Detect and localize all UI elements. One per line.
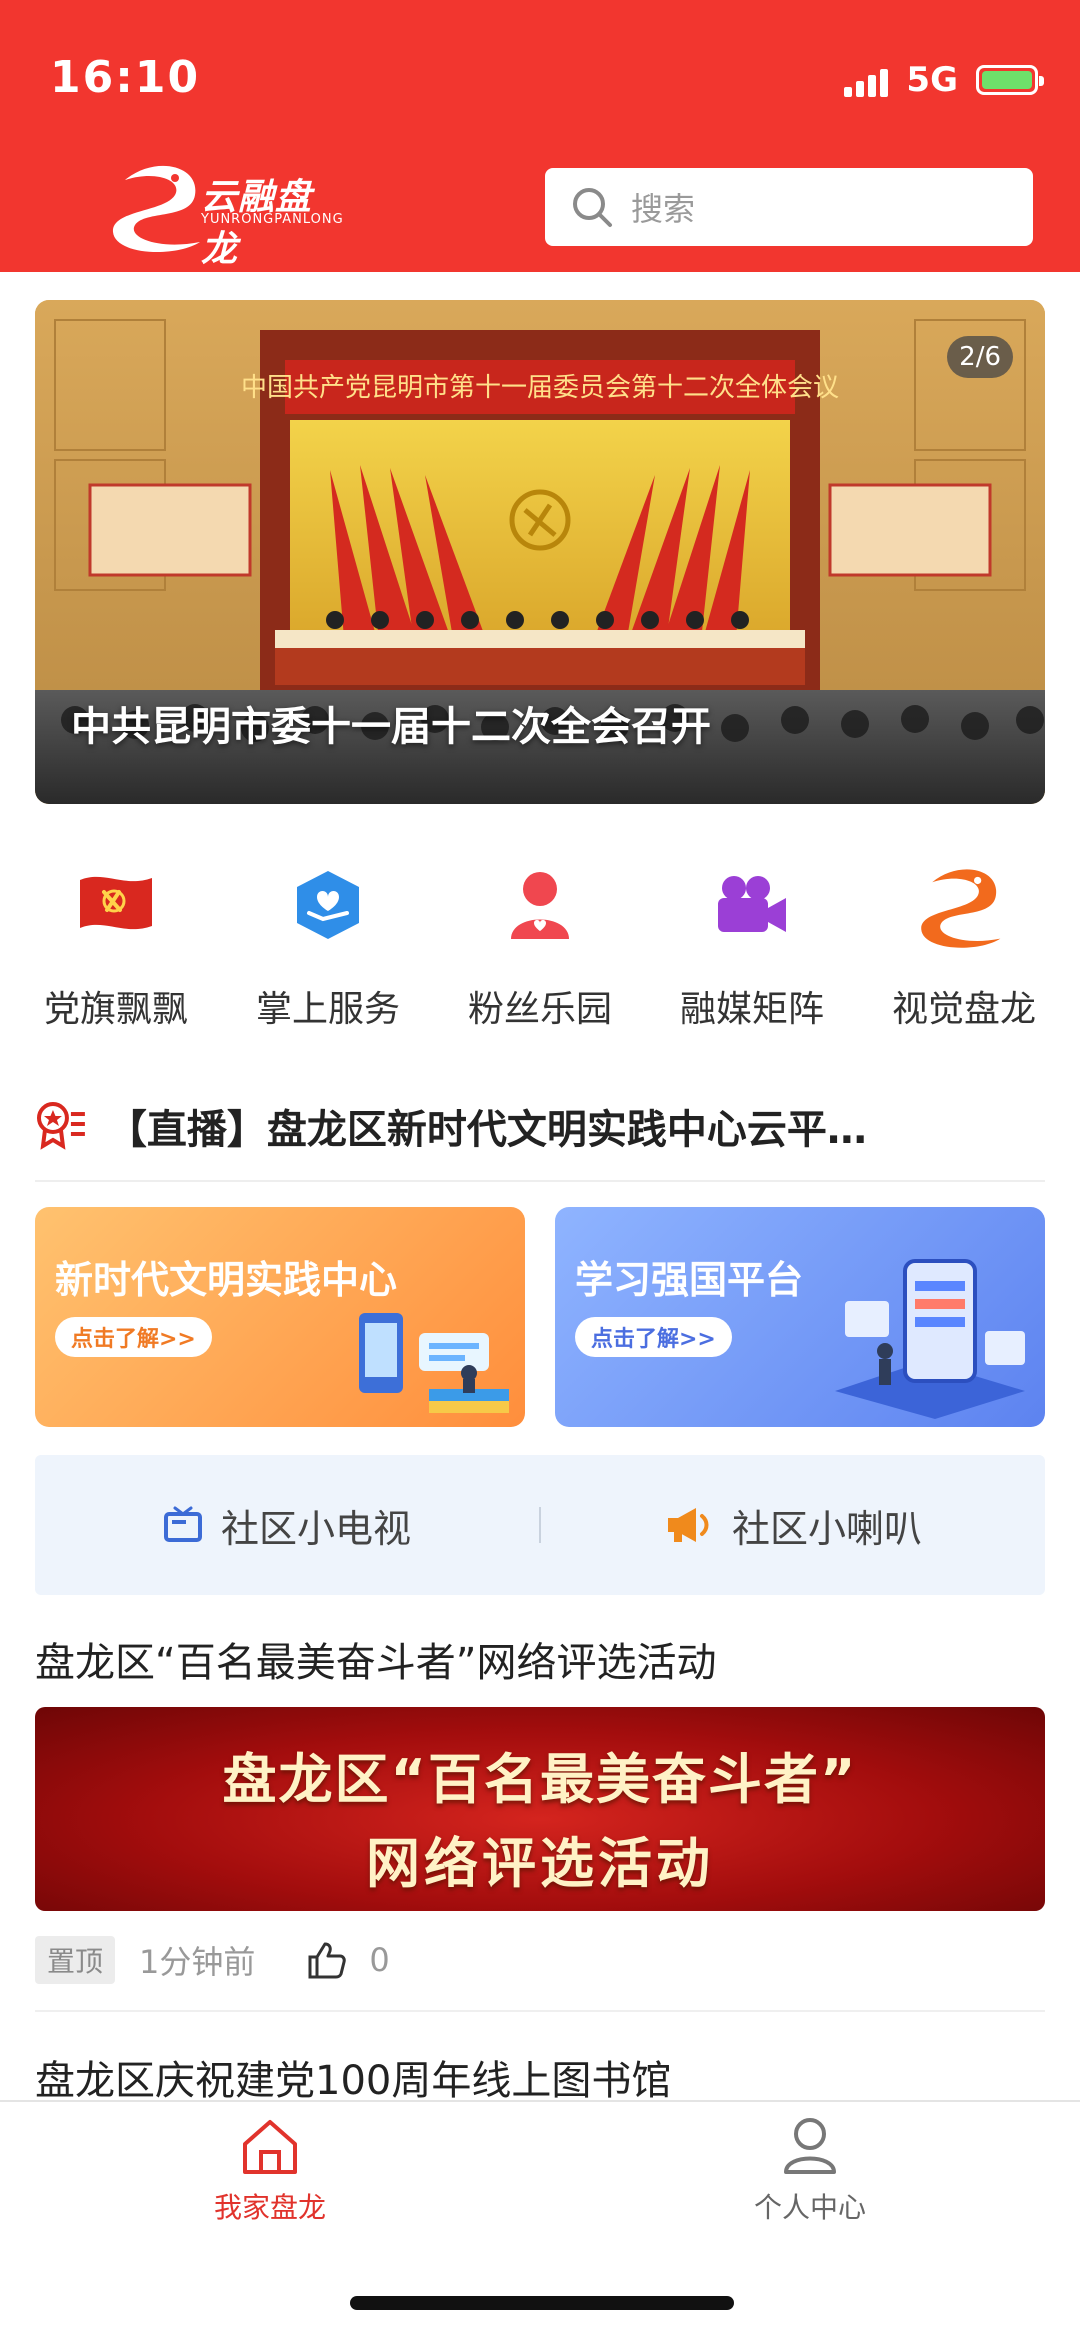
promo-learn-more-button[interactable]: 点击了解>> bbox=[55, 1317, 212, 1357]
hall-banner-text: 中国共产党昆明市第十一届委员会第十二次全体会议 bbox=[241, 373, 839, 403]
like-button[interactable]: 0 bbox=[307, 1941, 390, 1979]
party-flag-icon bbox=[61, 850, 171, 960]
quick-nav-label: 粉丝乐园 bbox=[467, 989, 612, 1030]
news-time: 1分钟前 bbox=[139, 1943, 256, 1981]
news-carousel[interactable]: 中国共产党昆明市第十一届委员会第十二次全体会议 2/6 中共昆明市委十一届十二次… bbox=[35, 300, 1045, 804]
quick-nav-label: 融媒矩阵 bbox=[679, 989, 824, 1030]
battery-icon bbox=[976, 65, 1044, 95]
signal-icon bbox=[844, 63, 889, 97]
search-placeholder: 搜索 bbox=[631, 190, 696, 228]
community-speaker[interactable]: 社区小喇叭 bbox=[541, 1498, 1045, 1553]
promo-learn-more-button[interactable]: 点击了解>> bbox=[575, 1317, 732, 1357]
banner-caption[interactable]: 中共昆明市委十一届十二次全会召开 bbox=[71, 694, 711, 752]
video-camera-icon bbox=[697, 850, 807, 960]
tab-label: 我家盘龙 bbox=[213, 2191, 326, 2224]
live-badge-icon bbox=[36, 1102, 85, 1150]
app-logo[interactable]: 云融盘龙 YUNRONGPANLONG bbox=[105, 150, 343, 270]
search-icon bbox=[573, 188, 612, 227]
news-title[interactable]: 盘龙区庆祝建党100周年线上图书馆 bbox=[35, 2048, 671, 2106]
dragon-logo-icon bbox=[909, 850, 1019, 960]
community-label: 社区小喇叭 bbox=[731, 1506, 922, 1551]
quick-nav-service[interactable]: 掌上服务 bbox=[228, 850, 428, 1032]
quick-nav-fans[interactable]: 粉丝乐园 bbox=[440, 850, 640, 1032]
like-count: 0 bbox=[369, 1941, 390, 1979]
ticker-text: 【直播】盘龙区新时代文明实践中心云平… bbox=[106, 1107, 867, 1153]
news-title[interactable]: 盘龙区“百名最美奋斗者”网络评选活动 bbox=[35, 1630, 716, 1688]
search-input[interactable]: 搜索 bbox=[545, 168, 1033, 246]
quick-nav-visual[interactable]: 视觉盘龙 bbox=[864, 850, 1064, 1032]
quick-nav-label: 掌上服务 bbox=[255, 989, 400, 1030]
tab-label: 个人中心 bbox=[753, 2191, 866, 2224]
tab-home[interactable]: 我家盘龙 bbox=[160, 2116, 380, 2226]
fans-person-icon bbox=[485, 850, 595, 960]
news-divider bbox=[35, 2010, 1045, 2012]
home-icon bbox=[243, 2120, 297, 2174]
home-indicator[interactable] bbox=[350, 2296, 734, 2310]
promo-title: 学习强国平台 bbox=[575, 1258, 804, 1302]
promo-illustration bbox=[359, 1313, 509, 1413]
quick-nav-label: 党旗飘飘 bbox=[43, 989, 188, 1030]
news-cover-text: 盘龙区“百名最美奋斗者” bbox=[222, 1748, 858, 1811]
user-icon bbox=[784, 2118, 836, 2174]
community-label: 社区小电视 bbox=[220, 1506, 411, 1551]
status-time: 16:10 bbox=[50, 52, 201, 103]
dragon-logo-icon bbox=[112, 165, 200, 253]
status-icons: 5G bbox=[844, 60, 1044, 100]
megaphone-icon bbox=[667, 1508, 709, 1542]
promo-card-civilization[interactable]: 新时代文明实践中心 点击了解>> bbox=[35, 1207, 525, 1427]
tab-profile[interactable]: 个人中心 bbox=[700, 2116, 920, 2226]
quick-nav-media[interactable]: 融媒矩阵 bbox=[652, 850, 852, 1032]
quick-nav-party-flag[interactable]: 党旗飘飘 bbox=[16, 850, 216, 1032]
news-cover-image[interactable]: 盘龙区“百名最美奋斗者” 网络评选活动 bbox=[35, 1707, 1045, 1911]
carousel-counter: 2/6 bbox=[947, 336, 1013, 378]
community-tabs: 社区小电视 社区小喇叭 bbox=[35, 1455, 1045, 1595]
network-type: 5G bbox=[906, 60, 958, 100]
tv-icon bbox=[163, 1506, 202, 1542]
news-cover-text: 网络评选活动 bbox=[366, 1832, 714, 1895]
pinned-badge: 置顶 bbox=[35, 1936, 116, 1984]
quick-nav-label: 视觉盘龙 bbox=[891, 989, 1036, 1030]
app-header: 16:10 5G 云融盘龙 YUNRONGPANLONG 搜索 bbox=[0, 0, 1080, 272]
community-tv[interactable]: 社区小电视 bbox=[35, 1498, 539, 1553]
promo-illustration bbox=[835, 1259, 1025, 1419]
service-hand-icon bbox=[273, 850, 383, 960]
live-ticker[interactable]: 【直播】盘龙区新时代文明实践中心云平… bbox=[35, 1072, 1045, 1182]
promo-card-xuexi[interactable]: 学习强国平台 点击了解>> bbox=[555, 1207, 1045, 1427]
quick-nav: 党旗飘飘 掌上服务 粉丝乐园 融媒矩阵 视觉盘龙 bbox=[0, 850, 1080, 1032]
thumbs-up-icon bbox=[308, 1942, 347, 1979]
logo-subtitle: YUNRONGPANLONG bbox=[201, 212, 344, 227]
news-meta: 置顶 1分钟前 0 bbox=[35, 1936, 390, 1984]
